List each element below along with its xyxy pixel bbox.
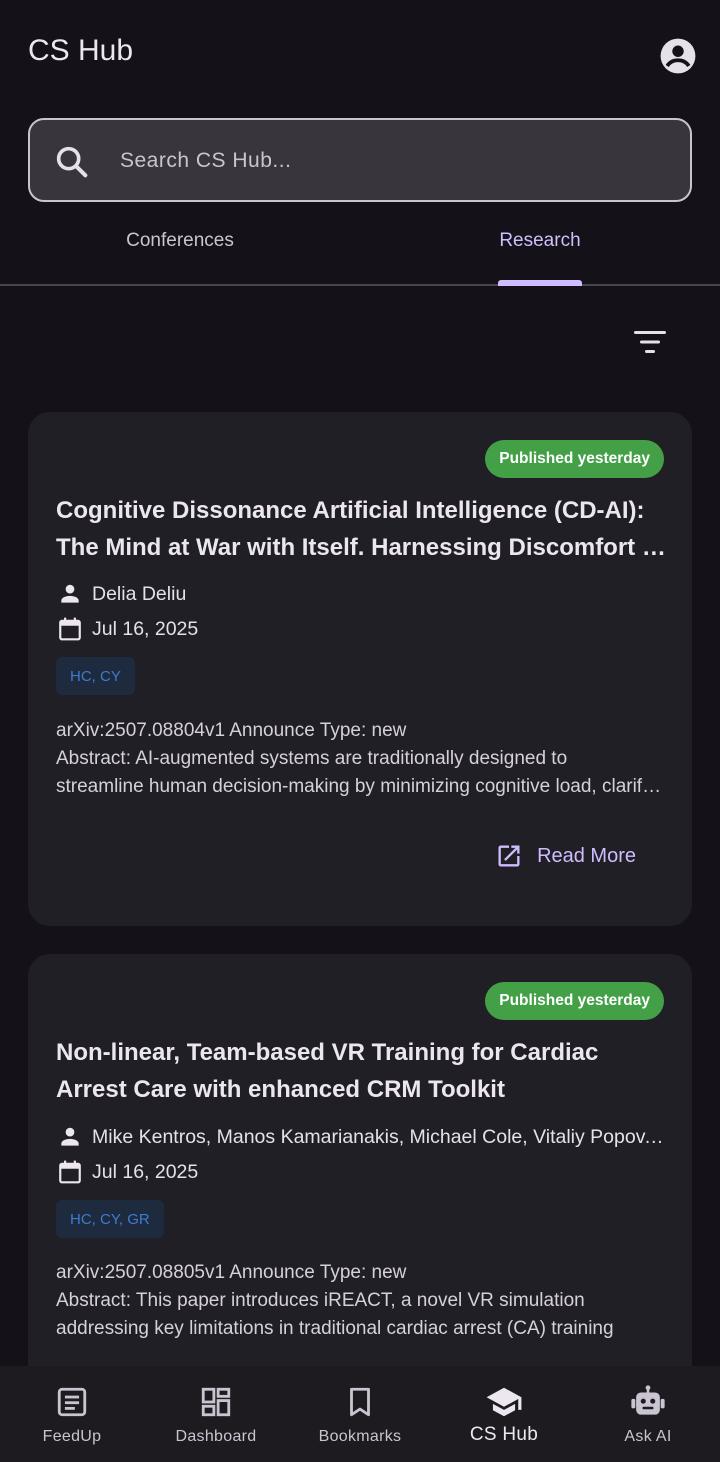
open-in-new-icon — [495, 842, 523, 870]
nav-item-feedup[interactable]: FeedUp — [0, 1366, 144, 1462]
authors-row: Delia Deliu — [56, 579, 668, 609]
nav-item-dashboard[interactable]: Dashboard — [144, 1366, 288, 1462]
search-bar[interactable] — [28, 118, 692, 202]
app-bar: CS Hub — [0, 0, 720, 110]
tab-bar: Conferences Research — [0, 212, 720, 286]
abstract-line: Abstract: AI-augmented systems are tradi… — [56, 748, 568, 769]
authors-row: Mike Kentros, Manos Kamarianakis, Michae… — [56, 1122, 668, 1152]
paper-card[interactable]: Published yesterday Cognitive Dissonance… — [28, 412, 692, 926]
abstract-line: Abstract: This paper introduces iREACT, … — [56, 1290, 585, 1311]
paper-title: Cognitive Dissonance Artificial Intellig… — [56, 497, 665, 561]
search-icon — [52, 142, 92, 182]
announce-line: arXiv:2507.08804v1 Announce Type: new — [56, 720, 407, 741]
date-row: Jul 16, 2025 — [56, 1157, 668, 1187]
nav-item-cs-hub[interactable]: CS Hub — [432, 1366, 576, 1462]
announce-line: arXiv:2507.08805v1 Announce Type: new — [56, 1262, 407, 1283]
date-row: Jul 16, 2025 — [56, 614, 668, 644]
nav-label: CS Hub — [469, 1424, 539, 1445]
published-badge: Published yesterday — [485, 440, 664, 478]
app-title: CS Hub — [28, 34, 134, 67]
paper-title: Non-linear, Team-based VR Training for C… — [56, 1039, 599, 1103]
person-icon — [56, 1123, 84, 1151]
bookmark-icon — [340, 1382, 380, 1422]
active-tab-indicator — [498, 280, 582, 286]
read-more-label: Read More — [537, 844, 636, 867]
paper-authors: Mike Kentros, Manos Kamarianakis, Michae… — [92, 1125, 668, 1148]
nav-label: Bookmarks — [318, 1428, 402, 1445]
paper-card[interactable]: Published yesterday Non-linear, Team-bas… — [28, 954, 692, 1434]
nav-label: Ask AI — [624, 1428, 672, 1445]
search-input[interactable] — [120, 138, 660, 184]
paper-date: Jul 16, 2025 — [92, 1160, 199, 1183]
nav-label: Dashboard — [175, 1428, 257, 1445]
nav-item-bookmarks[interactable]: Bookmarks — [288, 1366, 432, 1462]
nav-item-ask-ai[interactable]: Ask AI — [576, 1366, 720, 1462]
abstract-line: streamline human decision-making by mini… — [56, 776, 668, 797]
tab-research[interactable]: Research — [360, 230, 720, 252]
account-circle-icon — [660, 38, 696, 74]
tab-conferences[interactable]: Conferences — [0, 230, 360, 252]
paper-summary: arXiv:2507.08805v1 Announce Type: new Ab… — [56, 1259, 668, 1343]
paper-date: Jul 16, 2025 — [92, 617, 199, 640]
read-more-button[interactable]: Read More — [495, 838, 636, 874]
robot-icon — [628, 1382, 668, 1422]
calendar-icon — [56, 615, 84, 643]
person-icon — [56, 580, 84, 608]
published-badge: Published yesterday — [485, 982, 664, 1020]
paper-authors: Delia Deliu — [92, 582, 187, 605]
article-icon — [52, 1382, 92, 1422]
bottom-navigation: FeedUp Dashboard Bookmarks CS Hub Ask AI — [0, 1366, 720, 1462]
paper-summary: arXiv:2507.08804v1 Announce Type: new Ab… — [56, 717, 668, 801]
category-tag: HC, CY — [56, 657, 135, 695]
account-button[interactable] — [656, 34, 700, 78]
nav-label: FeedUp — [42, 1428, 102, 1445]
filter-button[interactable] — [626, 318, 674, 366]
filter-list-icon — [634, 331, 666, 353]
calendar-icon — [56, 1158, 84, 1186]
category-tag: HC, CY, GR — [56, 1200, 164, 1238]
cs-hub-screen: CS Hub Conferences Research — [0, 0, 720, 1462]
dashboard-icon — [196, 1382, 236, 1422]
abstract-line: addressing key limitations in traditiona… — [56, 1318, 614, 1339]
school-icon — [484, 1382, 524, 1422]
